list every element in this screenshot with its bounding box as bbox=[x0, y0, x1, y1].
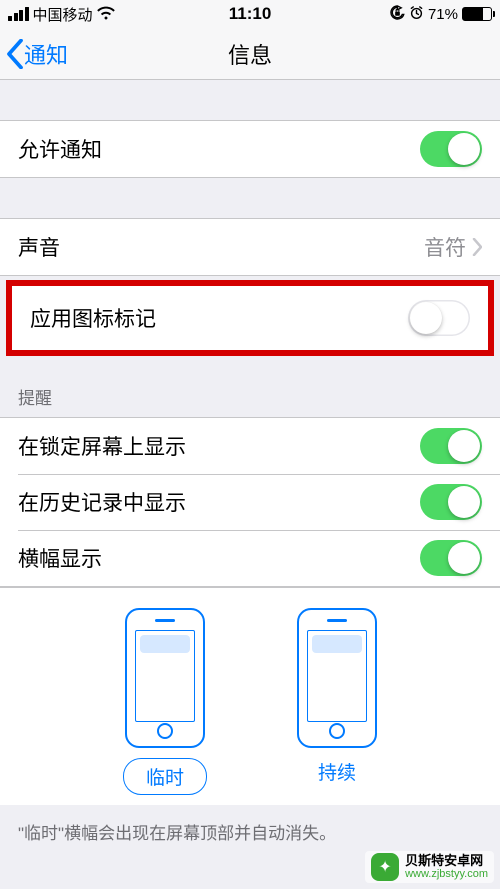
row-banners: 横幅显示 bbox=[0, 530, 500, 586]
nav-bar: 通知 信息 bbox=[0, 28, 500, 80]
alarm-icon bbox=[409, 5, 424, 23]
list-allow: 允许通知 bbox=[0, 120, 500, 178]
list-alerts: 在锁定屏幕上显示 在历史记录中显示 横幅显示 bbox=[0, 417, 500, 587]
section-header-alerts: 提醒 bbox=[0, 356, 500, 417]
highlight-box: 应用图标标记 bbox=[6, 280, 494, 356]
row-label: 在锁定屏幕上显示 bbox=[18, 431, 420, 461]
toggle-history[interactable] bbox=[420, 484, 482, 520]
row-label: 应用图标标记 bbox=[30, 303, 408, 333]
banner-style-persistent[interactable]: 持续 bbox=[297, 608, 377, 795]
watermark: ✦ 贝斯特安卓网 www.zjbstyy.com bbox=[365, 851, 494, 883]
row-label: 横幅显示 bbox=[18, 543, 420, 573]
battery-fill bbox=[463, 8, 483, 20]
option-label: 临时 bbox=[123, 758, 207, 795]
battery-percent: 71% bbox=[428, 6, 458, 23]
banner-style-temporary[interactable]: 临时 bbox=[123, 608, 207, 795]
watermark-url: www.zjbstyy.com bbox=[405, 868, 488, 880]
phone-icon bbox=[297, 608, 377, 748]
row-allow-notifications: 允许通知 bbox=[0, 121, 500, 177]
option-label: 持续 bbox=[318, 758, 356, 785]
toggle-lock-screen[interactable] bbox=[420, 428, 482, 464]
row-sounds[interactable]: 声音 音符 bbox=[0, 219, 500, 275]
watermark-cn: 贝斯特安卓网 bbox=[405, 854, 488, 868]
row-badge: 应用图标标记 bbox=[12, 286, 488, 350]
footer-note: "临时"横幅会出现在屏幕顶部并自动消失。 bbox=[0, 805, 500, 844]
phone-icon bbox=[125, 608, 205, 748]
toggle-allow-notifications[interactable] bbox=[420, 131, 482, 167]
back-button[interactable]: 通知 bbox=[6, 38, 68, 70]
chevron-left-icon bbox=[6, 39, 24, 69]
status-left: 中国移动 bbox=[8, 4, 115, 25]
page-title: 信息 bbox=[228, 38, 272, 70]
row-history: 在历史记录中显示 bbox=[0, 474, 500, 530]
status-time: 11:10 bbox=[229, 4, 272, 24]
battery-icon bbox=[462, 7, 492, 21]
row-lock-screen: 在锁定屏幕上显示 bbox=[0, 418, 500, 474]
signal-bars-icon bbox=[8, 7, 29, 21]
toggle-badge[interactable] bbox=[408, 300, 470, 336]
chevron-right-icon bbox=[472, 238, 482, 256]
carrier-label: 中国移动 bbox=[33, 4, 93, 25]
toggle-banners[interactable] bbox=[420, 540, 482, 576]
status-bar: 中国移动 11:10 71% bbox=[0, 0, 500, 28]
row-label: 在历史记录中显示 bbox=[18, 487, 420, 517]
watermark-logo-icon: ✦ bbox=[371, 853, 399, 881]
wifi-icon bbox=[97, 6, 115, 23]
list-sounds: 声音 音符 bbox=[0, 218, 500, 276]
banner-style-picker: 临时 持续 bbox=[0, 587, 500, 805]
status-right: 71% bbox=[390, 5, 492, 23]
row-label: 允许通知 bbox=[18, 134, 420, 164]
row-value: 音符 bbox=[424, 232, 466, 262]
back-label: 通知 bbox=[24, 38, 68, 70]
orientation-lock-icon bbox=[390, 5, 405, 23]
row-label: 声音 bbox=[18, 232, 424, 262]
